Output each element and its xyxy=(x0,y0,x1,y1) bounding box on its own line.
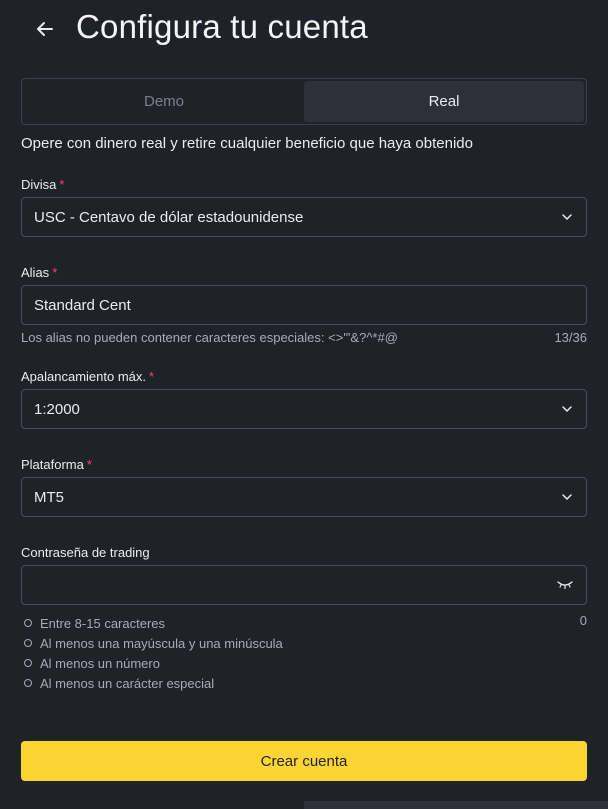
leverage-label-text: Apalancamiento máx. xyxy=(21,369,147,384)
platform-label: Plataforma * xyxy=(21,457,92,472)
password-rule: Al menos una mayúscula y una minúscula xyxy=(24,633,283,653)
password-rule: Al menos un número xyxy=(24,653,283,673)
chevron-down-icon xyxy=(560,210,574,224)
circle-icon xyxy=(24,619,32,627)
required-mark: * xyxy=(59,177,65,192)
currency-select[interactable]: USC - Centavo de dólar estadounidense xyxy=(21,197,587,237)
bottom-bar xyxy=(304,801,608,809)
currency-label: Divisa * xyxy=(21,177,64,192)
required-mark: * xyxy=(149,369,155,384)
password-rule-text: Al menos un número xyxy=(40,655,160,671)
required-mark: * xyxy=(86,457,92,472)
alias-label-text: Alias xyxy=(21,265,50,280)
platform-select[interactable]: MT5 xyxy=(21,477,587,517)
platform-label-text: Plataforma xyxy=(21,457,84,472)
account-setup-page: Configura tu cuenta Demo Real Opere con … xyxy=(0,0,608,809)
password-counter: 0 xyxy=(579,613,587,628)
leverage-select[interactable]: 1:2000 xyxy=(21,389,587,429)
eye-closed-icon[interactable] xyxy=(556,578,574,592)
account-type-description: Opere con dinero real y retire cualquier… xyxy=(21,135,473,152)
password-rule-text: Entre 8-15 caracteres xyxy=(40,615,166,631)
password-rule: Al menos un carácter especial xyxy=(24,673,283,693)
header: Configura tu cuenta xyxy=(0,0,608,60)
back-button[interactable] xyxy=(30,15,60,43)
alias-counter: 13/36 xyxy=(554,330,587,345)
currency-label-text: Divisa xyxy=(21,177,57,192)
alias-field[interactable] xyxy=(21,285,587,325)
leverage-value: 1:2000 xyxy=(34,400,80,418)
password-input[interactable] xyxy=(34,576,556,594)
required-mark: * xyxy=(52,265,58,280)
currency-value: USC - Centavo de dólar estadounidense xyxy=(34,208,304,226)
password-rule: Entre 8-15 caracteres xyxy=(24,613,283,633)
page-title: Configura tu cuenta xyxy=(76,8,368,45)
password-rule-text: Al menos un carácter especial xyxy=(40,675,215,691)
arrow-left-icon xyxy=(37,22,53,36)
password-rule-text: Al menos una mayúscula y una minúscula xyxy=(40,635,283,651)
account-type-tabs: Demo Real xyxy=(21,78,587,125)
alias-label: Alias * xyxy=(21,265,57,280)
tab-real[interactable]: Real xyxy=(304,81,584,122)
chevron-down-icon xyxy=(560,402,574,416)
leverage-label: Apalancamiento máx. * xyxy=(21,369,154,384)
circle-icon xyxy=(24,679,32,687)
tab-demo[interactable]: Demo xyxy=(24,81,304,122)
password-rules: Entre 8-15 caracteres Al menos una mayús… xyxy=(24,613,283,693)
create-account-button[interactable]: Crear cuenta xyxy=(21,741,587,781)
circle-icon xyxy=(24,659,32,667)
password-label: Contraseña de trading xyxy=(21,545,150,560)
circle-icon xyxy=(24,639,32,647)
chevron-down-icon xyxy=(560,490,574,504)
alias-input[interactable] xyxy=(34,296,574,314)
password-field[interactable] xyxy=(21,565,587,605)
alias-hint: Los alias no pueden contener caracteres … xyxy=(21,330,398,345)
platform-value: MT5 xyxy=(34,488,64,506)
